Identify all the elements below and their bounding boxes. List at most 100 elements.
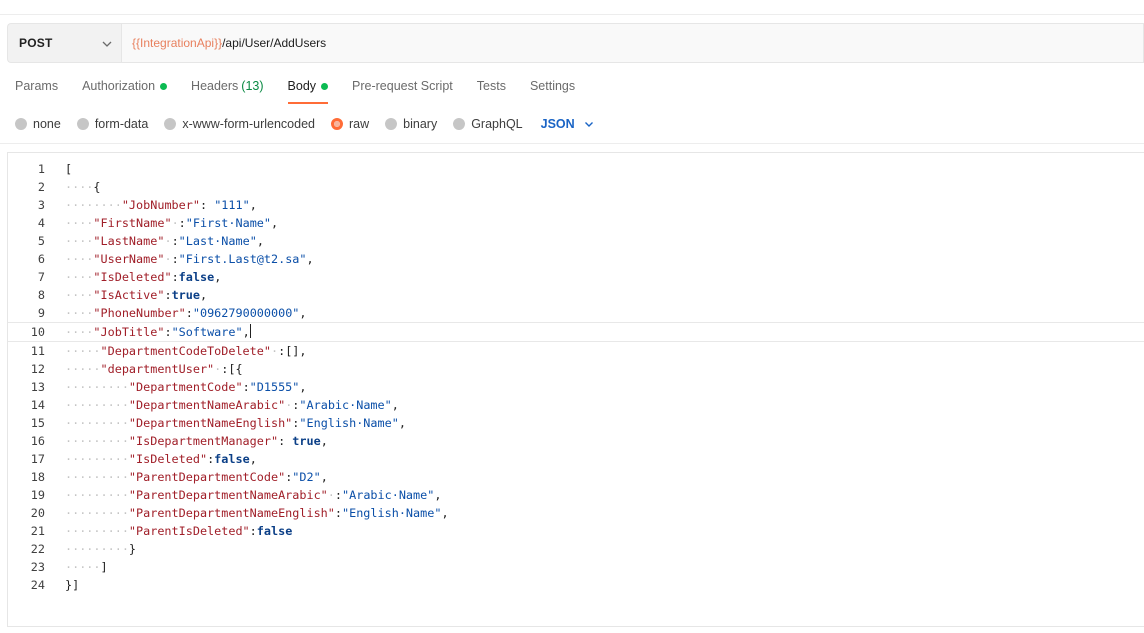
code-editor[interactable]: 1[2 ····{3 ········"JobNumber": "111", 4 ···… xyxy=(7,152,1144,627)
line-content: ·········"ParentDepartmentNameArabic"·:"… xyxy=(65,486,441,504)
code-line: 3 ········"JobNumber": "111", xyxy=(8,196,1144,214)
method-select[interactable]: POST xyxy=(7,23,121,63)
radio-circle-icon xyxy=(76,117,89,130)
radio-binary[interactable]: binary xyxy=(385,117,437,131)
url-input[interactable]: {{IntegrationApi}}/api/User/AddUsers xyxy=(121,23,1144,63)
code-line: 21 ·········"ParentIsDeleted":false xyxy=(8,522,1144,540)
line-number: 14 xyxy=(30,398,45,412)
code-token: · xyxy=(171,216,179,230)
code-token: ···· xyxy=(65,270,94,284)
radio-graphql[interactable]: GraphQL xyxy=(453,117,523,131)
chevron-down-icon xyxy=(102,41,112,47)
code-token: false xyxy=(256,524,293,538)
format-select[interactable]: JSON xyxy=(541,117,595,131)
code-token: ····· xyxy=(65,344,101,358)
code-line: 6 ····"UserName"·:"First.Last@t2.sa", xyxy=(8,250,1144,268)
line-content: ····"LastName"·:"Last·Name", xyxy=(65,232,264,250)
tab-body[interactable]: Body xyxy=(287,78,329,106)
code-line: 22 ·········} xyxy=(8,540,1144,558)
code-token: , xyxy=(320,434,328,448)
code-line: 10 ····"JobTitle":"Software", xyxy=(8,322,1144,342)
code-token: "English·Name" xyxy=(299,416,399,430)
code-token: "0962790000000" xyxy=(192,306,300,320)
code-token: ····· xyxy=(65,560,101,574)
section-divider xyxy=(0,143,1144,144)
tab-settings[interactable]: Settings xyxy=(530,78,575,106)
line-content: ·········"DepartmentNameArabic"·:"Arabic… xyxy=(65,396,399,414)
tab-headers[interactable]: Headers (13) xyxy=(191,78,263,106)
line-number: 18 xyxy=(30,470,45,484)
method-label: POST xyxy=(19,36,53,50)
code-line: 12 ·····"departmentUser"·:[{ xyxy=(8,360,1144,378)
code-token: "IsDeleted" xyxy=(128,452,208,466)
radio-form-data[interactable]: form-data xyxy=(76,117,148,131)
code-token: ····· xyxy=(65,362,101,376)
line-content: ····"JobTitle":"Software", xyxy=(65,323,251,341)
code-token: : xyxy=(171,270,179,284)
code-token: , xyxy=(398,416,406,430)
radio-none[interactable]: none xyxy=(15,117,61,131)
radio-raw[interactable]: raw xyxy=(331,117,369,131)
code-token: : xyxy=(249,524,257,538)
code-line: 5 ····"LastName"·:"Last·Name", xyxy=(8,232,1144,250)
tab-params[interactable]: Params xyxy=(15,78,58,106)
line-number: 9 xyxy=(37,306,45,320)
code-line: 2 ····{ xyxy=(8,178,1144,196)
code-line: 9 ····"PhoneNumber":"0962790000000", xyxy=(8,304,1144,322)
code-token: "JobTitle" xyxy=(93,325,165,339)
radio-x-www-form-urlencoded[interactable]: x-www-form-urlencoded xyxy=(164,117,315,131)
url-path: /api/User/AddUsers xyxy=(222,36,327,50)
line-content: ····"FirstName"·:"First·Name", xyxy=(65,214,278,232)
code-token: ········· xyxy=(65,380,129,394)
top-divider xyxy=(0,14,1144,15)
text-caret xyxy=(249,324,251,338)
code-token: : xyxy=(164,288,172,302)
tab-pre-request-script[interactable]: Pre-request Script xyxy=(352,78,453,106)
radio-selected-icon xyxy=(331,117,343,130)
code-token: false xyxy=(214,452,250,466)
line-content: ····{ xyxy=(65,178,101,196)
code-token: "First·Name" xyxy=(185,216,272,230)
line-number: 15 xyxy=(30,416,45,430)
line-number: 11 xyxy=(30,344,45,358)
line-number: 22 xyxy=(30,542,45,556)
code-token: ········· xyxy=(65,470,129,484)
line-number: 23 xyxy=(30,560,45,574)
code-token: "D1555" xyxy=(249,380,300,394)
code-token: "IsDepartmentManager" xyxy=(128,434,279,448)
line-number: 4 xyxy=(37,216,45,230)
code-line: 8 ····"IsActive":true, xyxy=(8,286,1144,304)
code-token: "departmentUser" xyxy=(100,362,215,376)
code-token: true xyxy=(171,288,200,302)
code-token: , xyxy=(271,216,279,230)
code-token: ········ xyxy=(65,198,122,212)
line-content: ····"IsActive":true, xyxy=(65,286,207,304)
code-token: , xyxy=(249,198,257,212)
code-token: "DepartmentNameArabic" xyxy=(128,398,286,412)
code-line: 15 ·········"DepartmentNameEnglish":"Engl… xyxy=(8,414,1144,432)
code-token: "IsDeleted" xyxy=(93,270,172,284)
tab-authorization[interactable]: Authorization xyxy=(82,78,168,106)
line-content: ·········} xyxy=(65,540,136,558)
code-token: : xyxy=(334,506,342,520)
code-line: 1[ xyxy=(8,160,1144,178)
code-line: 17 ·········"IsDeleted":false, xyxy=(8,450,1144,468)
tab-tests[interactable]: Tests xyxy=(477,78,506,106)
code-token: :[], xyxy=(278,344,307,358)
code-token: ········· xyxy=(65,524,129,538)
line-number: 10 xyxy=(30,325,45,339)
code-token: , xyxy=(214,270,222,284)
code-lines: 1[2 ····{3 ········"JobNumber": "111", 4 ···… xyxy=(8,160,1144,594)
code-token: "FirstName" xyxy=(93,216,172,230)
line-content: ·····"DepartmentCodeToDelete"·:[], xyxy=(65,342,307,360)
line-content: ····"PhoneNumber":"0962790000000", xyxy=(65,304,307,322)
code-token: , xyxy=(441,506,449,520)
code-token: "UserName" xyxy=(93,252,165,266)
code-line: 18 ·········"ParentDepartmentCode":"D2", xyxy=(8,468,1144,486)
code-token: , xyxy=(391,398,399,412)
code-token: :[{ xyxy=(221,362,243,376)
line-content: ·········"IsDeleted":false, xyxy=(65,450,257,468)
code-token: "DepartmentNameEnglish" xyxy=(128,416,293,430)
code-token: } xyxy=(128,542,137,556)
code-token: ········· xyxy=(65,542,129,556)
